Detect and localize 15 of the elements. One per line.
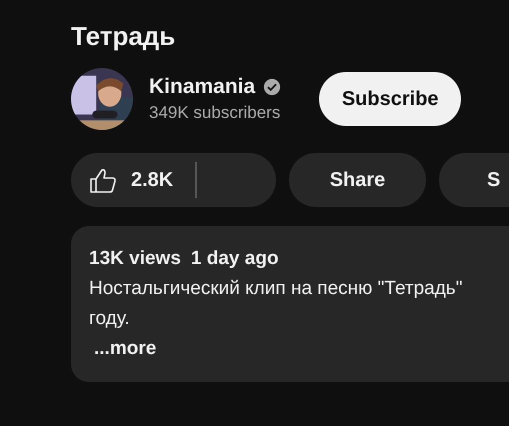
description-text: Ностальгический клип на песню "Тетрадь" — [89, 277, 462, 301]
video-title: Тетрадь — [71, 20, 176, 53]
subscriber-count: 349K subscribers — [149, 102, 282, 124]
action-button[interactable]: S — [439, 153, 509, 207]
more-link[interactable]: ...more — [94, 334, 156, 364]
subscribe-button[interactable]: Subscribe — [319, 72, 462, 126]
thumbs-up-icon — [89, 166, 117, 194]
upload-date: 1 day ago — [190, 247, 279, 271]
like-button[interactable]: 2.8K — [71, 153, 276, 207]
description-text: году. — [89, 307, 130, 331]
like-count: 2.8K — [131, 168, 174, 192]
description-card[interactable]: 13K views 1 day ago Ностальгический клип на песню "Тетрадь" году. ...more — [71, 226, 509, 382]
share-button[interactable]: Share — [289, 153, 426, 207]
channel-name[interactable]: Kinamania — [149, 73, 256, 101]
view-count: 13K views — [89, 247, 181, 271]
